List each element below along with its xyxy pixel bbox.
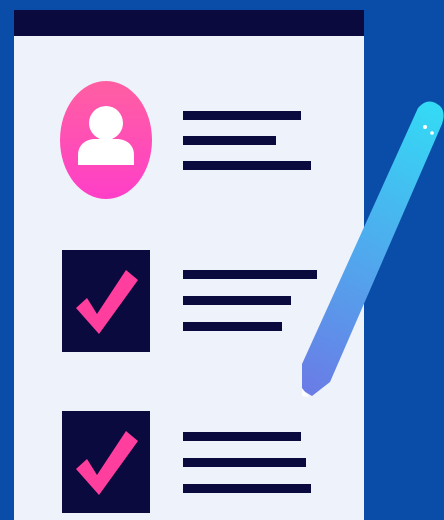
checklist-illustration — [0, 0, 444, 520]
text-line — [183, 484, 311, 493]
text-line — [183, 458, 306, 467]
checkmark-icon — [76, 270, 138, 334]
text-line — [183, 322, 282, 331]
text-line — [183, 432, 301, 441]
checkbox-checked — [62, 250, 150, 352]
text-line — [183, 296, 291, 305]
document-header-bar — [14, 10, 364, 36]
text-line — [183, 136, 276, 145]
user-avatar-icon — [78, 106, 134, 165]
pencil-icon — [302, 101, 444, 397]
checkmark-icon — [76, 431, 138, 495]
text-line — [183, 111, 301, 120]
checkbox-checked — [62, 411, 150, 513]
avatar — [60, 81, 152, 199]
